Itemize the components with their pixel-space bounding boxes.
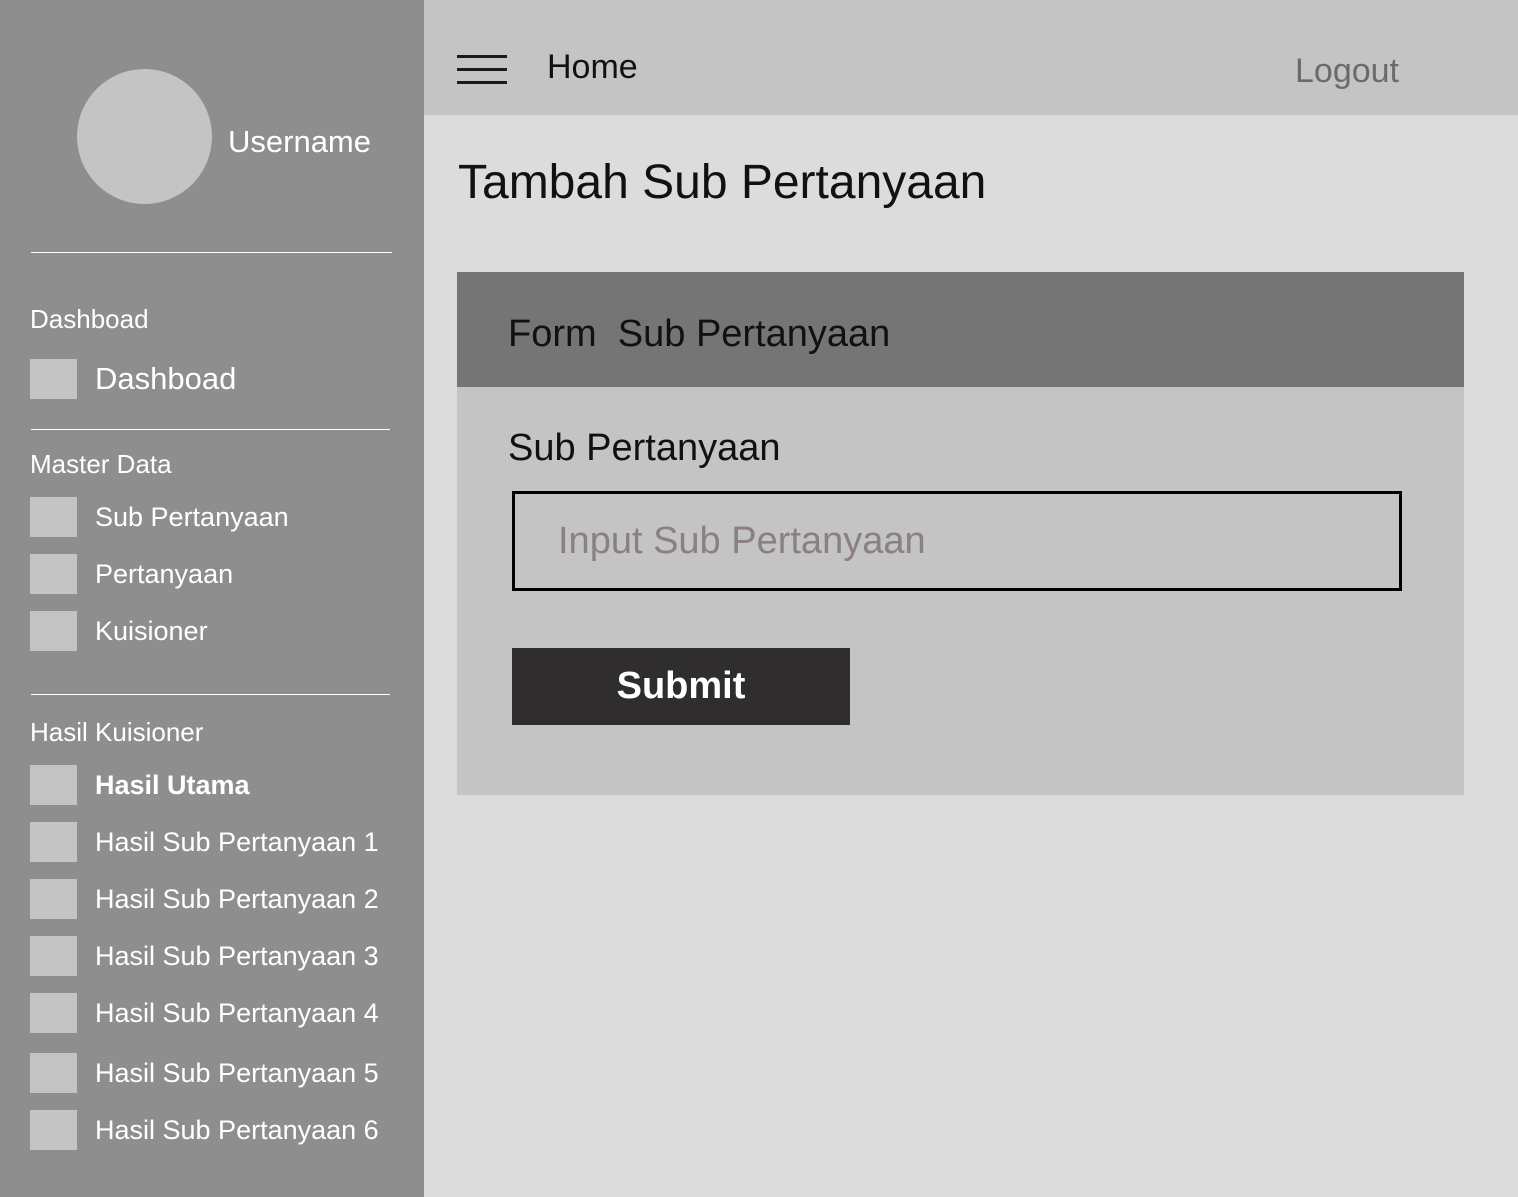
sub-pertanyaan-input[interactable]	[512, 491, 1402, 591]
sidebar-divider	[31, 429, 390, 430]
sidebar-item-label: Hasil Sub Pertanyaan 2	[95, 883, 379, 914]
top-bar: Home Logout	[424, 0, 1518, 115]
sidebar-item-label: Dashboad	[95, 361, 237, 396]
hasil-icon	[30, 993, 77, 1033]
sidebar-item-hasil-sub-pertanyaan-5[interactable]: Hasil Sub Pertanyaan 5	[30, 1053, 379, 1093]
page-title: Tambah Sub Pertanyaan	[458, 156, 987, 209]
sidebar-item-hasil-utama[interactable]: Hasil Utama	[30, 765, 250, 805]
sidebar-item-hasil-sub-pertanyaan-1[interactable]: Hasil Sub Pertanyaan 1	[30, 822, 379, 862]
sidebar: Username Dashboad Dashboad Master Data S…	[0, 0, 424, 1197]
pertanyaan-icon	[30, 554, 77, 594]
kuisioner-icon	[30, 611, 77, 651]
sidebar-item-sub-pertanyaan[interactable]: Sub Pertanyaan	[30, 497, 289, 537]
avatar[interactable]	[77, 69, 212, 204]
sidebar-divider	[31, 252, 392, 253]
form-title: Form Sub Pertanyaan	[508, 313, 891, 355]
sidebar-item-label: Sub Pertanyaan	[95, 501, 289, 532]
sidebar-item-hasil-sub-pertanyaan-2[interactable]: Hasil Sub Pertanyaan 2	[30, 879, 379, 919]
sidebar-item-label: Hasil Sub Pertanyaan 4	[95, 997, 379, 1028]
sidebar-item-hasil-sub-pertanyaan-3[interactable]: Hasil Sub Pertanyaan 3	[30, 936, 379, 976]
sidebar-item-kuisioner[interactable]: Kuisioner	[30, 611, 208, 651]
form-card: Form Sub Pertanyaan Sub Pertanyaan Submi…	[457, 272, 1464, 795]
sidebar-item-label: Hasil Sub Pertanyaan 1	[95, 826, 379, 857]
section-title-dashboad: Dashboad	[30, 304, 149, 334]
sub-pertanyaan-label: Sub Pertanyaan	[508, 427, 781, 469]
form-card-header: Form Sub Pertanyaan	[457, 272, 1464, 387]
hamburger-menu-icon[interactable]	[457, 55, 507, 85]
sidebar-item-hasil-sub-pertanyaan-6[interactable]: Hasil Sub Pertanyaan 6	[30, 1110, 379, 1150]
sidebar-item-pertanyaan[interactable]: Pertanyaan	[30, 554, 233, 594]
hasil-icon	[30, 822, 77, 862]
sidebar-divider	[31, 694, 390, 695]
sidebar-item-label: Pertanyaan	[95, 558, 234, 589]
hasil-icon	[30, 879, 77, 919]
sidebar-item-hasil-sub-pertanyaan-4[interactable]: Hasil Sub Pertanyaan 4	[30, 993, 379, 1033]
submit-button[interactable]: Submit	[512, 648, 850, 725]
sidebar-item-label: Hasil Sub Pertanyaan 5	[95, 1057, 379, 1088]
logout-link[interactable]: Logout	[1295, 52, 1399, 91]
hasil-icon	[30, 936, 77, 976]
dashboard-icon	[30, 359, 77, 399]
sidebar-item-label: Hasil Sub Pertanyaan 3	[95, 940, 379, 971]
home-link[interactable]: Home	[547, 48, 638, 87]
sidebar-item-label: Hasil Utama	[95, 769, 250, 800]
section-title-master-data: Master Data	[30, 449, 172, 479]
sidebar-item-label: Hasil Sub Pertanyaan 6	[95, 1114, 379, 1145]
hasil-icon	[30, 1053, 77, 1093]
sub-pertanyaan-icon	[30, 497, 77, 537]
sidebar-item-dashboad[interactable]: Dashboad	[30, 359, 236, 399]
hasil-utama-icon	[30, 765, 77, 805]
sidebar-item-label: Kuisioner	[95, 615, 208, 646]
hasil-icon	[30, 1110, 77, 1150]
username: Username	[228, 124, 371, 159]
section-title-hasil-kuisioner: Hasil Kuisioner	[30, 717, 204, 747]
